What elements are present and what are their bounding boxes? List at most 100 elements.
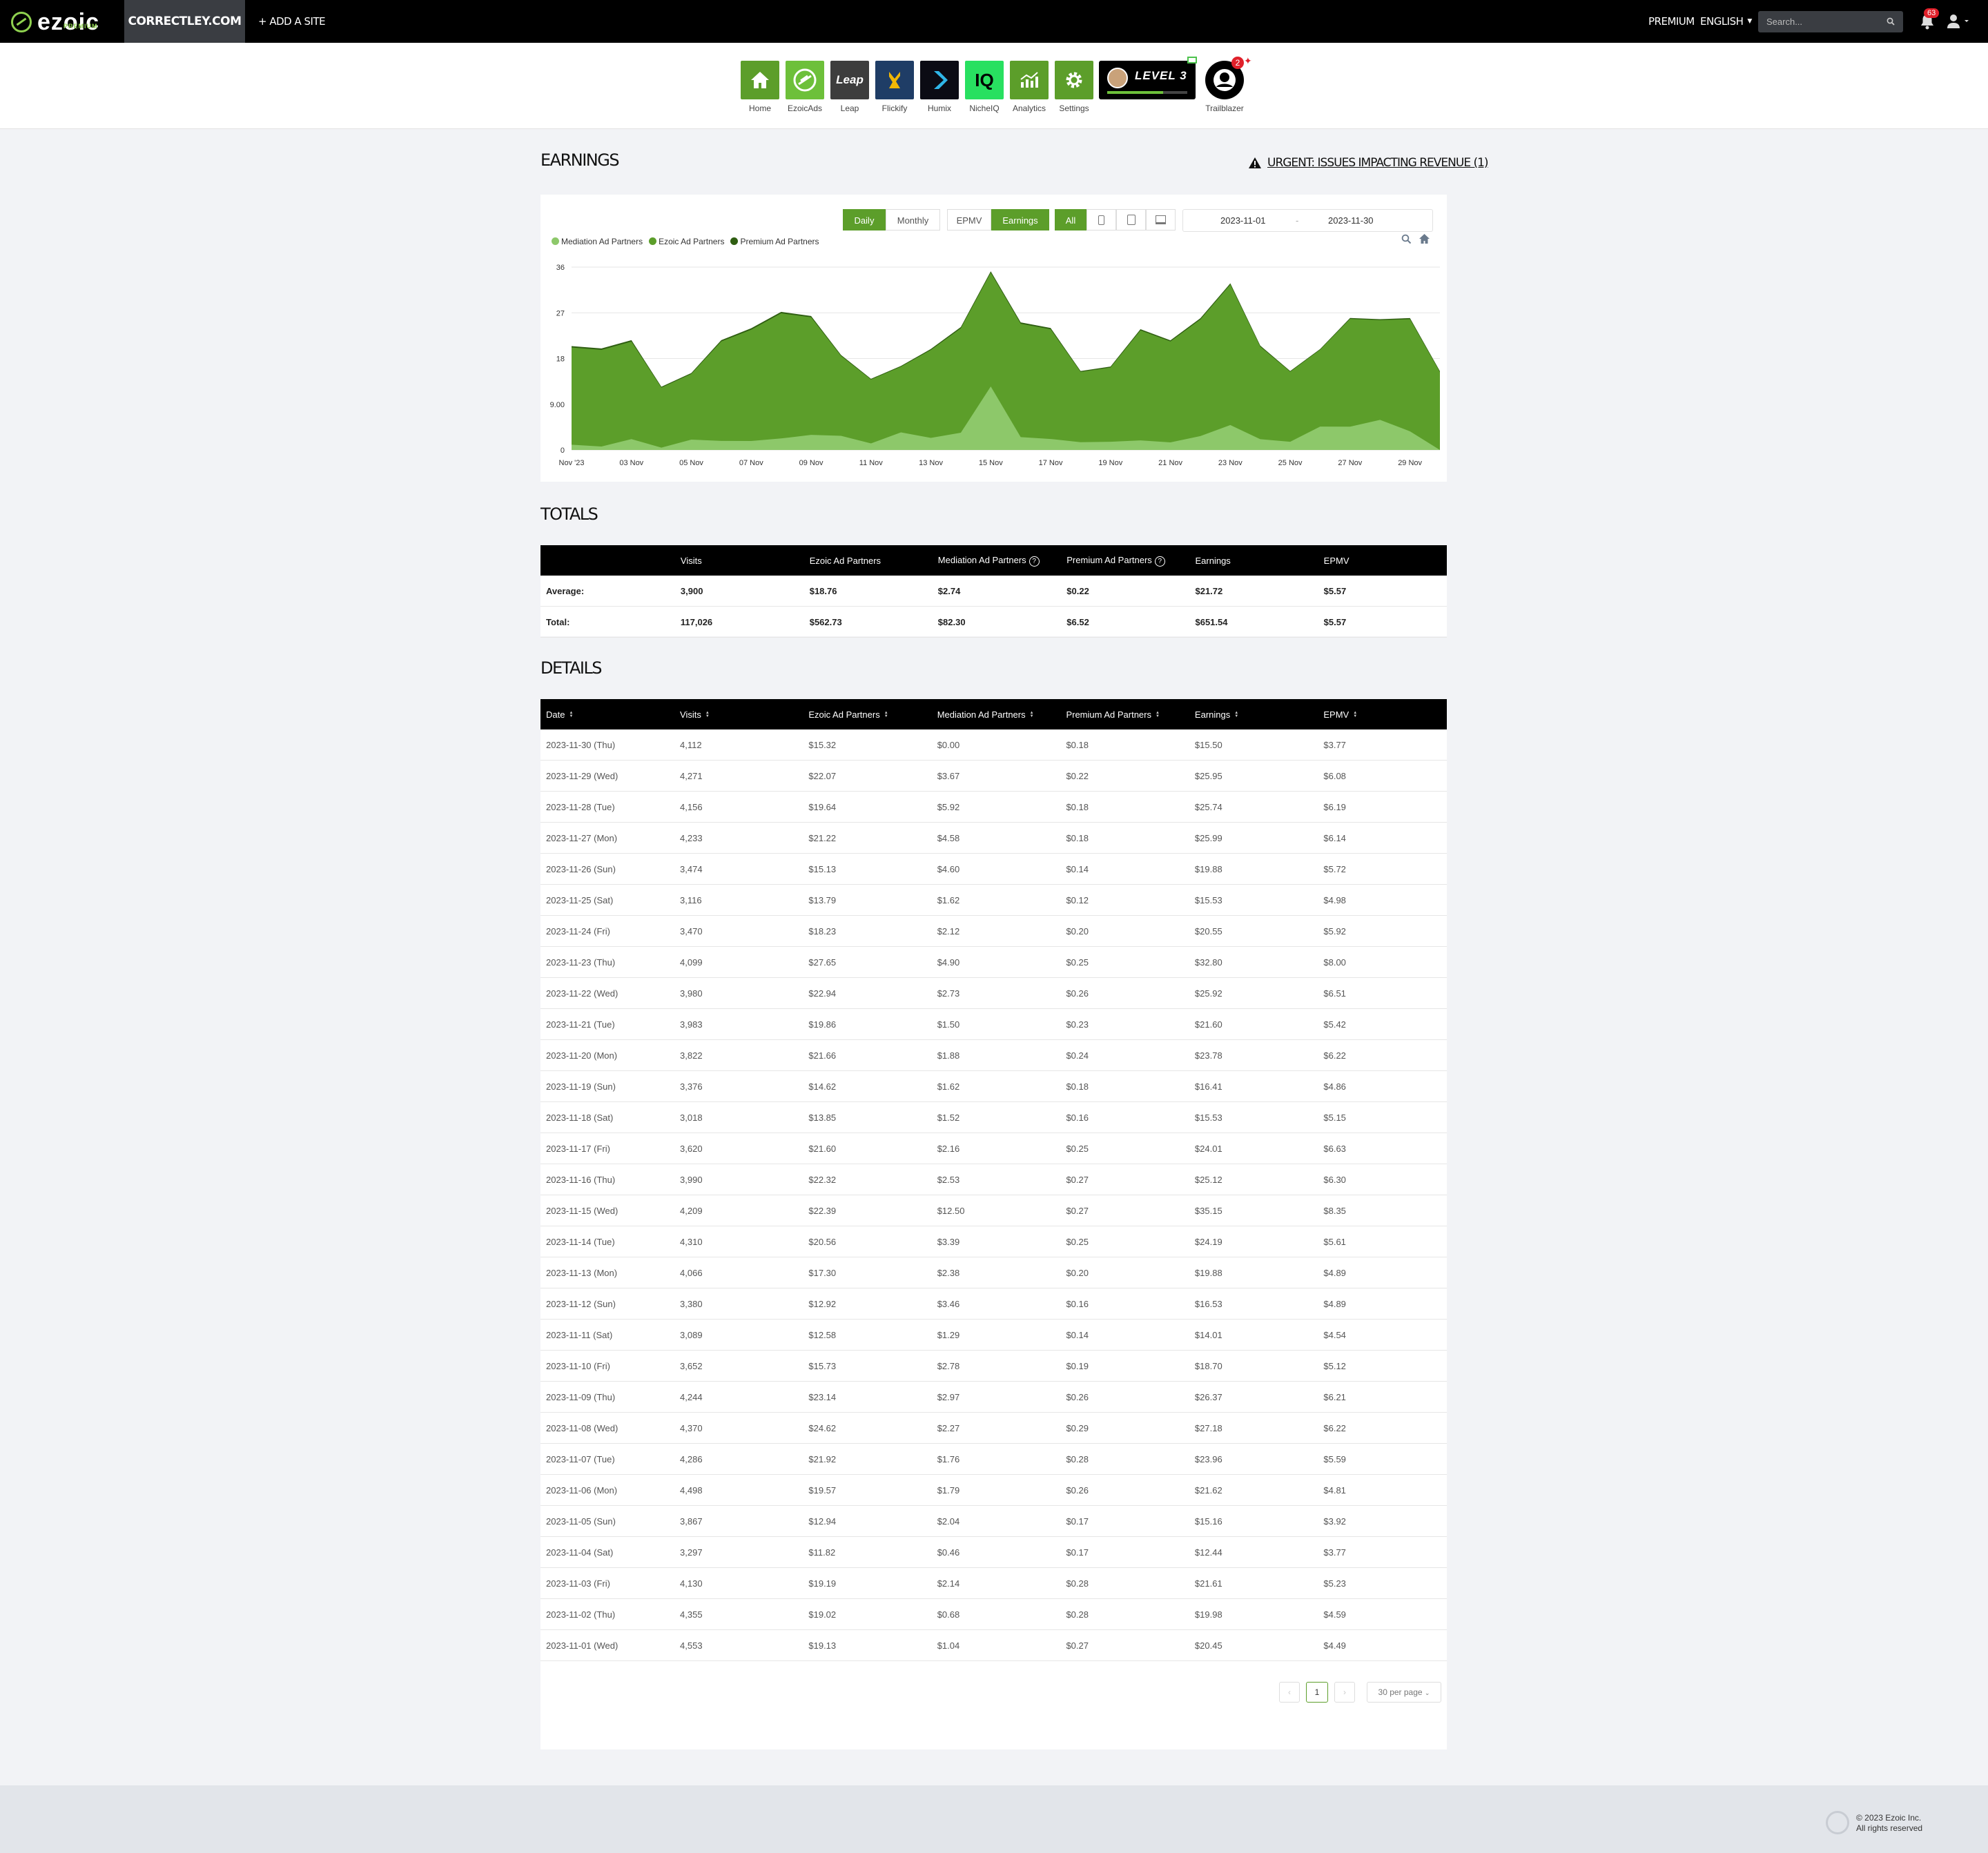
sort-icon[interactable]: ▲▼ [884, 711, 888, 718]
table-row: 2023-11-10 (Fri) 3,652 $15.73 $2.78 $0.19 $18… [540, 1350, 1447, 1382]
next-page-button[interactable]: › [1334, 1682, 1355, 1703]
nav-leap[interactable]: Leap Leap [830, 61, 869, 113]
table-cell: $0.18 [1060, 822, 1189, 854]
table-cell: $22.94 [803, 977, 932, 1009]
table-row: 2023-11-22 (Wed) 3,980 $22.94 $2.73 $0.26 $25… [540, 977, 1447, 1009]
avatar [1107, 68, 1128, 88]
legend-item-premium[interactable]: Premium Ad Partners [730, 237, 819, 246]
add-site-link[interactable]: + ADD A SITE [258, 0, 326, 43]
table-cell: 4,286 [674, 1443, 803, 1475]
table-cell: 4,156 [674, 791, 803, 823]
table-row: 2023-11-13 (Mon) 4,066 $17.30 $2.38 $0.20 $19… [540, 1257, 1447, 1288]
all-devices-button[interactable]: All [1055, 209, 1086, 231]
daily-button[interactable]: Daily [843, 209, 886, 231]
details-header-4[interactable]: Premium Ad Partners ▲▼ [1060, 699, 1189, 729]
details-header-6[interactable]: EPMV ▲▼ [1318, 699, 1447, 729]
table-cell: 4,355 [674, 1598, 803, 1630]
per-page-select[interactable]: 30 per page ⌄ [1367, 1682, 1441, 1703]
table-cell: $21.66 [803, 1039, 932, 1071]
nav-ezoicads[interactable]: EzoicAds [786, 61, 824, 113]
epmv-button[interactable]: EPMV [947, 209, 991, 231]
table-cell: $20.55 [1189, 915, 1318, 947]
table-cell: 4,066 [674, 1257, 803, 1288]
table-cell: $25.95 [1189, 760, 1318, 792]
table-row: 2023-11-17 (Fri) 3,620 $21.60 $2.16 $0.25 $24… [540, 1133, 1447, 1164]
nav-trailblazer[interactable]: 2 ✦ Trailblazer [1205, 55, 1252, 113]
table-cell: $15.13 [803, 853, 932, 885]
table-cell: 3,990 [674, 1164, 803, 1195]
sort-icon[interactable]: ▲▼ [569, 711, 573, 718]
table-cell: $2.14 [931, 1567, 1061, 1599]
table-cell: $3.67 [931, 760, 1061, 792]
x-tick-label: 09 Nov [799, 459, 824, 467]
site-tab[interactable]: CORRECTLEY.COM [124, 0, 245, 43]
legend-item-ezoic[interactable]: Ezoic Ad Partners [649, 237, 724, 246]
legend-item-mediation[interactable]: Mediation Ad Partners [552, 237, 643, 246]
table-cell: $19.98 [1189, 1598, 1318, 1630]
desktop-icon [1156, 215, 1166, 224]
help-icon[interactable]: ? [1154, 556, 1165, 567]
level-badge[interactable]: LEVEL 3 [1099, 57, 1197, 99]
details-header-1[interactable]: Visits ▲▼ [674, 699, 803, 729]
mail-icon[interactable] [1187, 57, 1197, 63]
details-header-5[interactable]: Earnings ▲▼ [1189, 699, 1318, 729]
tablet-device-button[interactable] [1116, 209, 1146, 231]
table-cell: 3,470 [674, 915, 803, 947]
earnings-button[interactable]: Earnings [991, 209, 1049, 231]
premium-link[interactable]: PREMIUM [1648, 0, 1695, 43]
legend-label: Premium Ad Partners [740, 237, 819, 246]
urgent-issues-link[interactable]: URGENT: ISSUES IMPACTING REVENUE (1) [1248, 156, 1489, 170]
sort-icon[interactable]: ▲▼ [1234, 711, 1238, 718]
table-cell: $651.54 [1189, 606, 1318, 638]
language-dropdown[interactable]: ENGLISH ▼ [1700, 0, 1752, 43]
table-cell: 3,297 [674, 1536, 803, 1568]
nav-flickify[interactable]: Flickify [875, 61, 914, 113]
zoom-icon[interactable] [1401, 234, 1412, 248]
table-cell: 2023-11-07 (Tue) [540, 1443, 675, 1475]
mobile-device-button[interactable] [1086, 209, 1116, 231]
desktop-device-button[interactable] [1146, 209, 1176, 231]
prev-page-button[interactable]: ‹ [1279, 1682, 1300, 1703]
sort-icon[interactable]: ▲▼ [1353, 711, 1357, 718]
details-title: DETAILS [540, 658, 603, 678]
nav-nicheiq[interactable]: IQ NicheIQ [965, 61, 1004, 113]
nav-label: Home [748, 104, 771, 113]
settings-icon [1055, 61, 1093, 99]
sort-icon[interactable]: ▲▼ [1030, 711, 1034, 718]
nav-humix[interactable]: Humix [920, 61, 959, 113]
table-cell: $6.14 [1318, 822, 1447, 854]
date-range-picker[interactable]: 2023-11-01 - 2023-11-30 [1182, 209, 1433, 232]
nav-analytics[interactable]: Analytics [1010, 61, 1049, 113]
table-cell: 3,867 [674, 1505, 803, 1537]
header-label: Ezoic Ad Partners [808, 709, 880, 720]
search-icon[interactable] [1887, 11, 1895, 32]
search-input[interactable]: Search... [1758, 11, 1903, 32]
table-cell: 2023-11-18 (Sat) [540, 1101, 675, 1133]
totals-header-6: EPMV [1318, 545, 1447, 576]
user-menu[interactable] [1947, 14, 1970, 32]
table-cell: $24.01 [1189, 1133, 1318, 1164]
help-icon[interactable]: ? [1029, 556, 1040, 567]
x-tick-label: 03 Nov [619, 459, 643, 467]
table-cell: $15.16 [1189, 1505, 1318, 1537]
details-header-0[interactable]: Date ▲▼ [540, 699, 675, 729]
table-row: 2023-11-06 (Mon) 4,498 $19.57 $1.79 $0.26 $21… [540, 1474, 1447, 1506]
x-tick-label: 23 Nov [1218, 459, 1242, 467]
monthly-button[interactable]: Monthly [886, 209, 940, 231]
y-tick-label: 18 [556, 355, 565, 364]
reset-zoom-home-icon[interactable] [1419, 233, 1430, 248]
table-cell: $0.00 [931, 729, 1061, 761]
nav-home[interactable]: Home [741, 61, 779, 113]
table-cell: 2023-11-28 (Tue) [540, 791, 675, 823]
page-1-button[interactable]: 1 [1306, 1682, 1328, 1703]
sort-icon[interactable]: ▲▼ [705, 711, 710, 718]
details-header-2[interactable]: Ezoic Ad Partners ▲▼ [803, 699, 932, 729]
totals-header-row: Visits Ezoic Ad Partners Mediation Ad Part… [540, 545, 1447, 576]
table-cell: $6.22 [1318, 1039, 1447, 1071]
nav-settings[interactable]: Settings [1055, 61, 1093, 113]
table-cell: $4.59 [1318, 1598, 1447, 1630]
ezoic-logo[interactable]: ezoic [11, 7, 99, 37]
sort-icon[interactable]: ▲▼ [1156, 711, 1160, 718]
details-header-3[interactable]: Mediation Ad Partners ▲▼ [931, 699, 1061, 729]
table-cell: 3,089 [674, 1319, 803, 1351]
